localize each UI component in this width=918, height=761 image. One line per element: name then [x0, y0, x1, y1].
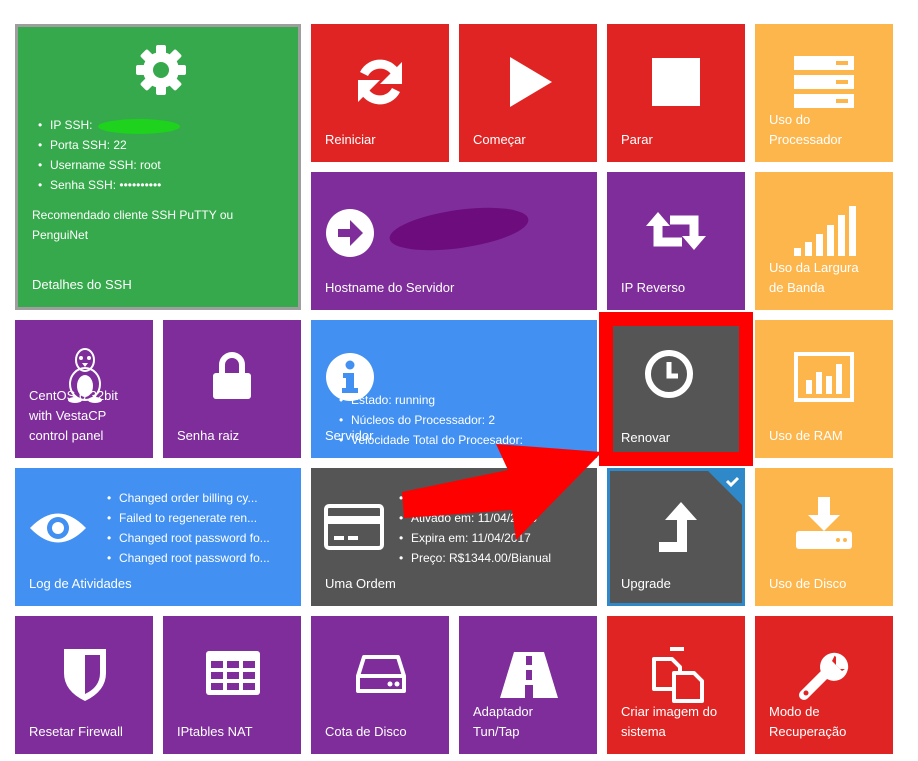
tile-ssh-details[interactable]: IP SSH: Porta SSH: 22 Username SSH: root… [15, 24, 301, 310]
table-icon [205, 650, 261, 696]
tile-label: Uso do Processador [769, 112, 842, 147]
tile-label: Servidor [325, 428, 374, 443]
tile-comecar[interactable]: Começar [459, 24, 597, 162]
tile-modo-recuperacao[interactable]: Modo de Recuperação [755, 616, 893, 754]
tile-uma-ordem[interactable]: ...2 Ativado em: 11/04/2016 Expira em: 1… [311, 468, 597, 606]
tile-label: Criar imagem do sistema [621, 704, 718, 739]
tile-uso-disco[interactable]: Uso de Disco [755, 468, 893, 606]
stop-icon [651, 57, 701, 107]
retweet-icon [645, 206, 707, 256]
tile-hostname[interactable]: Hostname do Servidor [311, 172, 597, 310]
gear-icon [133, 42, 189, 98]
redaction-scribble [387, 200, 531, 258]
arrow-circle-icon [325, 208, 375, 258]
order-activated: Ativado em: 11/04/2016 [393, 508, 551, 528]
ssh-note: Recomendado cliente SSH PuTTY ou PenguiN… [32, 208, 234, 242]
server-icon [793, 54, 855, 110]
copy-icon [649, 646, 707, 704]
refresh-icon [350, 52, 410, 112]
tile-label: Adaptador Tun/Tap [473, 704, 533, 739]
tile-cota-disco[interactable]: Cota de Disco [311, 616, 449, 754]
tile-reiniciar[interactable]: Reiniciar [311, 24, 449, 162]
tile-label: Detalhes do SSH [32, 277, 132, 292]
tile-label: Parar [621, 132, 653, 147]
redaction-scribble [98, 119, 180, 134]
hard-drive-icon [355, 652, 407, 696]
tile-label: Modo de Recuperação [769, 704, 847, 739]
tile-label: Log de Atividades [29, 576, 132, 591]
activity-log-list: Changed order billing cy... Failed to re… [101, 488, 270, 568]
tile-label: IP Reverso [621, 280, 686, 295]
tile-criar-imagem[interactable]: Criar imagem do sistema [607, 616, 745, 754]
order-expires: Expira em: 11/04/2017 [393, 528, 551, 548]
download-drive-icon [795, 496, 853, 550]
tile-label: CentOS 6 32bit with VestaCP control pane… [29, 388, 118, 443]
order-details-list: ...2 Ativado em: 11/04/2016 Expira em: 1… [393, 488, 551, 568]
activity-item: Changed root password fo... [101, 528, 270, 548]
tile-upgrade[interactable]: Upgrade [607, 468, 745, 606]
activity-item: Changed root password fo... [101, 548, 270, 568]
road-icon [499, 650, 559, 700]
tile-renovar[interactable]: Renovar [599, 312, 753, 466]
activity-item: Changed order billing cy... [101, 488, 270, 508]
tile-label: Começar [473, 132, 526, 147]
tile-label: Senha raiz [177, 428, 240, 443]
ssh-username: Username SSH: root [32, 155, 161, 175]
credit-card-icon [323, 502, 385, 552]
clock-icon [643, 348, 695, 400]
lock-icon [212, 350, 252, 400]
tile-os[interactable]: CentOS 6 32bit with VestaCP control pane… [15, 320, 153, 458]
tile-label: Upgrade [621, 576, 671, 591]
play-icon [499, 54, 559, 110]
tile-uso-ram[interactable]: Uso de RAM [755, 320, 893, 458]
tile-label: Renovar [621, 430, 671, 445]
tile-iptables-nat[interactable]: IPtables NAT [163, 616, 301, 754]
tile-label: Cota de Disco [325, 724, 407, 739]
ssh-port: Porta SSH: 22 [32, 135, 161, 155]
arrow-up-turn-icon [658, 501, 698, 553]
tile-senha-raiz[interactable]: Senha raiz [163, 320, 301, 458]
chart-bars-icon [793, 350, 855, 404]
tile-label: Reiniciar [325, 132, 376, 147]
tile-label: Uso de Disco [769, 576, 847, 591]
tile-largura-banda[interactable]: Uso da Largura de Banda [755, 172, 893, 310]
tile-log-atividades[interactable]: Changed order billing cy... Failed to re… [15, 468, 301, 606]
tile-resetar-firewall[interactable]: Resetar Firewall [15, 616, 153, 754]
tile-label: Uso de RAM [769, 428, 843, 443]
eye-icon [27, 508, 89, 548]
signal-bars-icon [793, 204, 857, 258]
tile-label: Resetar Firewall [29, 724, 123, 739]
tile-servidor[interactable]: Estado: running Núcleos do Processador: … [311, 320, 597, 458]
wrench-icon [795, 648, 853, 704]
order-item: ...2 [393, 488, 551, 508]
tile-label: IPtables NAT [177, 724, 253, 739]
tile-uso-processador[interactable]: Uso do Processador [755, 24, 893, 162]
ssh-password: Senha SSH: •••••••••• [32, 175, 161, 195]
tile-adaptador-tuntap[interactable]: Adaptador Tun/Tap [459, 616, 597, 754]
tile-parar[interactable]: Parar [607, 24, 745, 162]
tile-label: Uma Ordem [325, 576, 396, 591]
order-price: Preço: R$1344.00/Bianual [393, 548, 551, 568]
tile-label: Uso da Largura de Banda [769, 260, 859, 295]
selected-corner-check-icon [708, 471, 742, 505]
server-state: Estado: running [333, 390, 523, 410]
activity-item: Failed to regenerate ren... [101, 508, 270, 528]
shield-icon [63, 648, 107, 702]
tile-label: Hostname do Servidor [325, 280, 455, 295]
tile-ip-reverso[interactable]: IP Reverso [607, 172, 745, 310]
